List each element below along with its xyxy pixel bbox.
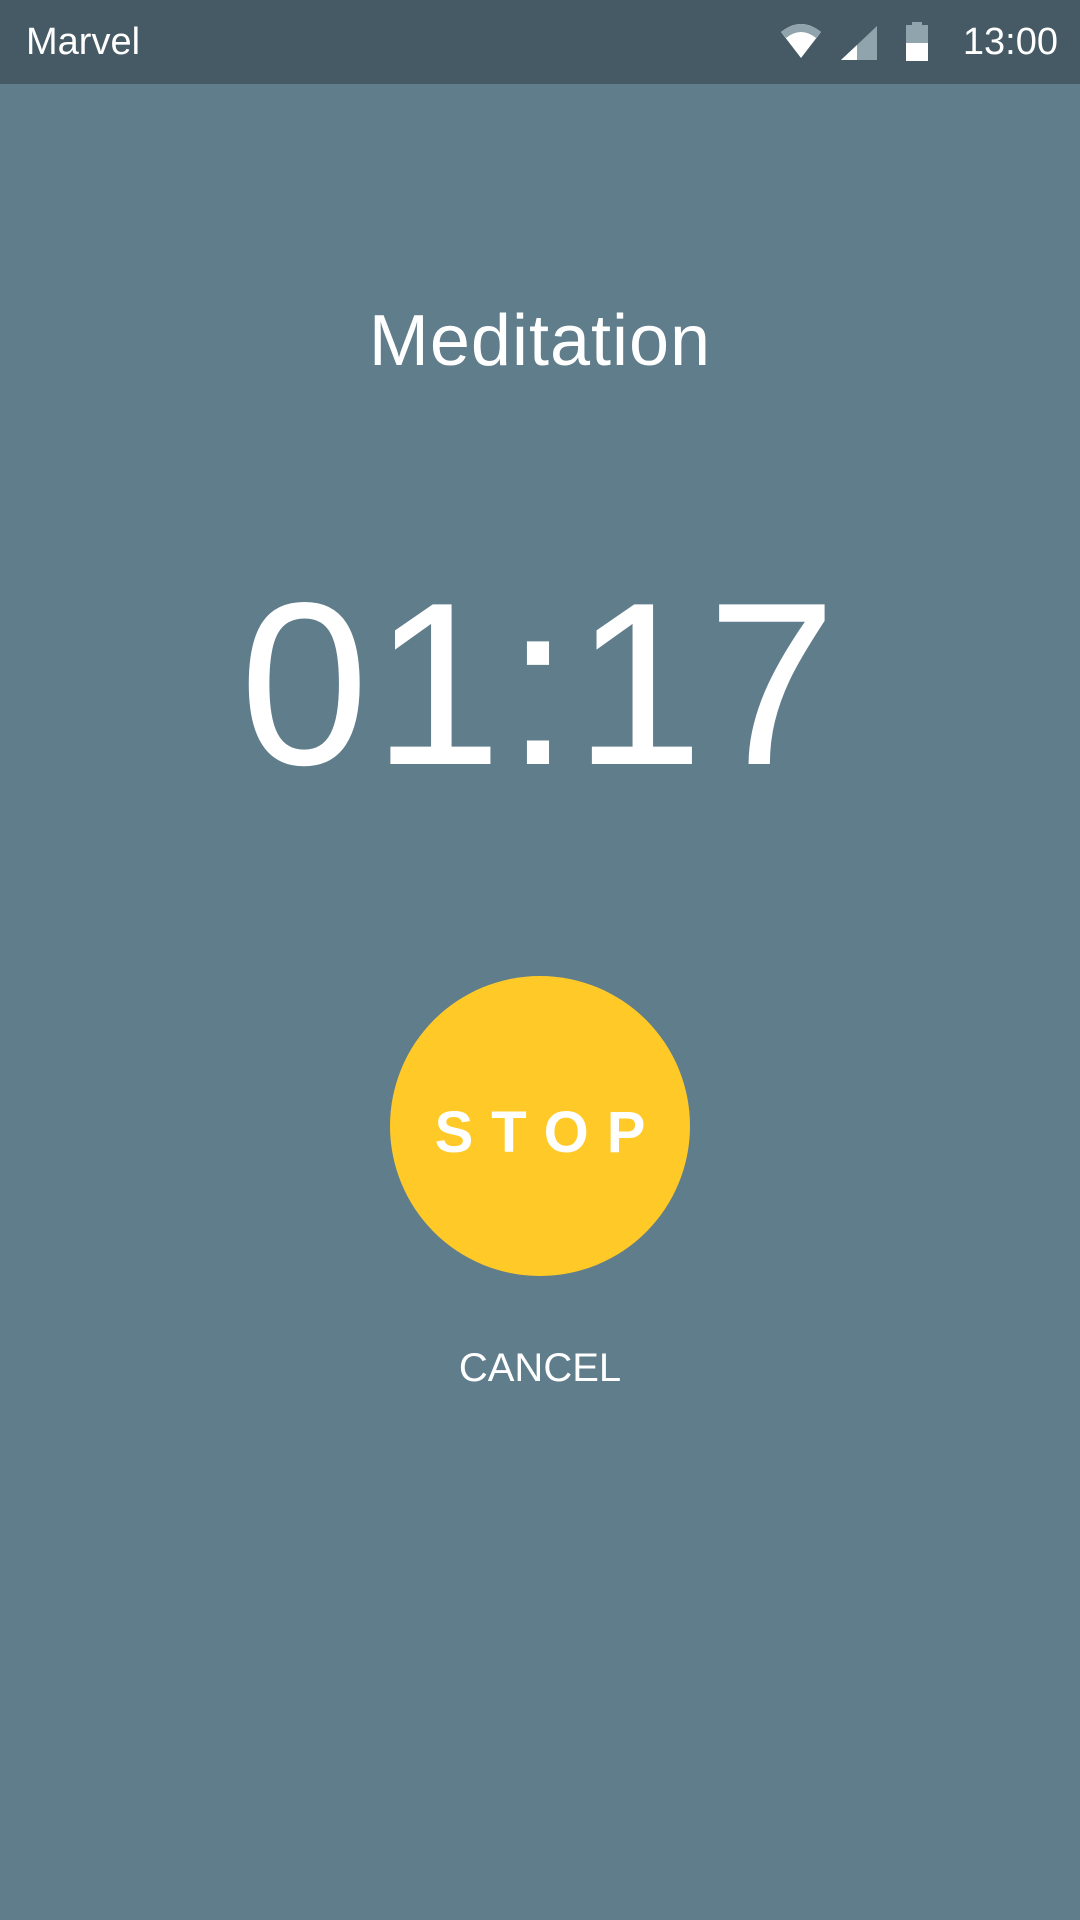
- status-time: 13:00: [962, 20, 1058, 63]
- cellular-signal-icon: [837, 20, 881, 64]
- page-title: Meditation: [368, 301, 712, 381]
- wifi-icon: [779, 20, 823, 64]
- stop-button-label: STOP: [434, 1099, 664, 1165]
- status-app-name: Marvel: [26, 21, 141, 63]
- countdown-timer: 01:17: [239, 555, 841, 814]
- stop-button[interactable]: STOP: [390, 976, 690, 1276]
- status-icons: 13:00: [779, 0, 1058, 84]
- battery-icon: [895, 20, 939, 64]
- cancel-button[interactable]: CANCEL: [0, 1346, 1080, 1391]
- status-bar: Marvel 13:00: [0, 0, 1080, 84]
